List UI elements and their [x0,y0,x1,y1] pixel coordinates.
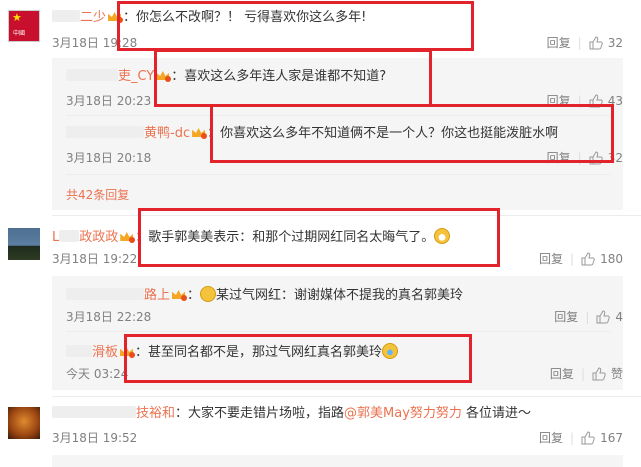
divider [66,331,611,332]
highlight-box [210,104,614,163]
highlight-box [124,334,472,383]
comment-time: 3月18日 19:52 [52,431,138,445]
reply-time: 3月18日 20:23 [66,94,152,108]
reply-time: 3月18日 22:28 [66,310,152,324]
username-suffix[interactable]: 政政政 [79,230,118,245]
reply-list [52,455,623,467]
highlight-box [154,49,432,107]
vip-crown-icon [120,230,136,243]
thumbs-up-icon[interactable] [596,310,610,324]
reply-3-line: 路上：某过气网红：谢谢媒体不提我的真名郭美玲 [66,286,463,304]
username[interactable]: 路上 [144,288,170,303]
reply-button[interactable]: 回复 [554,309,578,325]
like-count[interactable]: 4 [615,309,623,325]
comment-actions: 回复 | 32 [546,35,623,51]
mention-link[interactable]: @郭美May努力努力 [344,406,462,421]
vip-crown-icon [192,126,208,139]
reply-time: 3月18日 20:18 [66,151,152,165]
comment-3-line: 技裕和：大家不要走错片场啦，指路@郭美May努力努力 各位请进～ [52,406,531,422]
highlight-box [117,1,474,51]
like-count[interactable]: 167 [600,430,623,446]
username[interactable]: 技裕和 [136,406,175,421]
grin-emoji [200,286,217,302]
comment-time: 3月18日 19:22 [52,252,138,266]
reply-button[interactable]: 回复 [550,366,574,382]
thumbs-up-icon[interactable] [581,431,595,445]
comment-text: ：大家不要走错片场啦，指路 [175,406,345,421]
comment-actions: 回复 | 167 [539,430,623,446]
username[interactable]: 滑板 [92,345,118,360]
thumbs-up-icon[interactable] [592,367,606,381]
reply-button[interactable]: 回复 [539,251,563,267]
highlight-box [138,208,500,267]
comment-actions: 回复 | 180 [539,251,623,267]
like-count[interactable]: 赞 [611,366,623,382]
divider [66,174,611,175]
username[interactable]: 二少 [80,10,106,25]
thumbs-up-icon[interactable] [581,252,595,266]
vip-crown-icon [172,288,188,301]
comment-text-tail: 各位请进～ [461,406,532,421]
avatar[interactable] [8,407,40,439]
reply-time: 今天 03:24 [66,367,129,381]
reply-button[interactable]: 回复 [539,430,563,446]
avatar[interactable]: ★ 中國 [8,10,40,42]
star-icon: ★ [12,11,22,24]
reply-actions: 回复 | 4 [554,309,623,325]
reply-actions: 回复 | 赞 [549,366,623,382]
username[interactable]: 黄鸭-dc [144,126,190,141]
thumbs-up-icon[interactable] [589,36,603,50]
like-count[interactable]: 180 [600,251,623,267]
username[interactable]: 吏_CY [118,69,154,84]
avatar-flag-text: 中國 [13,30,26,37]
like-count[interactable]: 32 [608,35,623,51]
reply-text: 某过气网红：谢谢媒体不提我的真名郭美玲 [216,288,464,303]
username[interactable]: L [52,230,59,245]
more-replies-link[interactable]: 共42条回复 [66,186,129,203]
divider [52,396,641,397]
avatar[interactable] [8,228,40,260]
reply-button[interactable]: 回复 [547,35,571,51]
